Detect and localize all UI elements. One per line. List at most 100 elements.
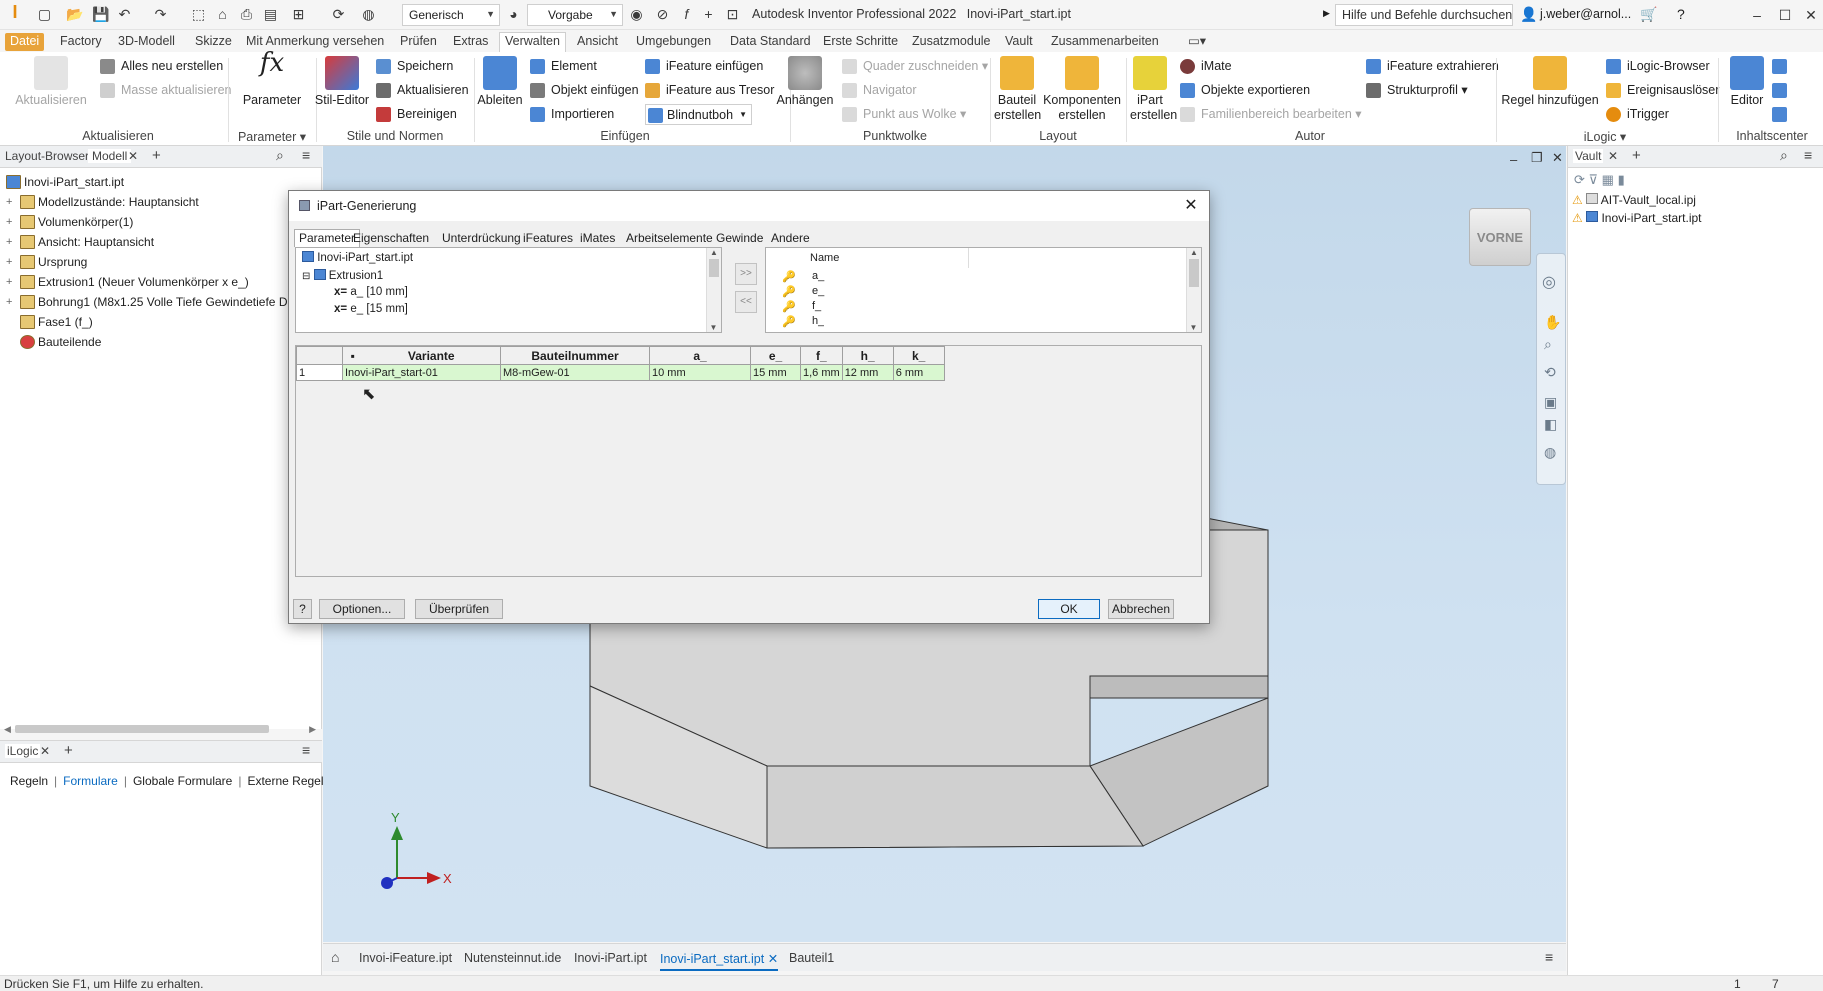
vault-item[interactable]: ⚠ Inovi-iPart_start.ipt (1572, 209, 1702, 227)
tree-node-extrusion[interactable]: ⊟ Extrusion1 (302, 269, 383, 282)
list-item[interactable]: h_ (812, 315, 824, 329)
cancel-button[interactable]: Abbrechen (1108, 599, 1174, 619)
objekte-exportieren-button[interactable]: Objekte exportieren (1180, 80, 1310, 100)
check-button[interactable]: Überprüfen (415, 599, 503, 619)
add-tab-icon[interactable]: + (152, 147, 161, 164)
menu-icon[interactable]: ≡ (1545, 949, 1553, 965)
header-bauteilnummer[interactable]: Bauteilnummer (500, 346, 650, 365)
dtab-unterdrueckung[interactable]: Unterdrückung (437, 229, 526, 247)
selected-parameter-list[interactable]: Name 🔑 a_ 🔑 e_ 🔑 f_ 🔑 h_ ▲ ▼ (765, 247, 1202, 333)
aktualisieren-stil-button[interactable]: Aktualisieren (376, 80, 469, 100)
header-k[interactable]: k_ (892, 346, 945, 365)
objekt-einfuegen-button[interactable]: Objekt einfügen (530, 80, 639, 100)
header-variante[interactable]: Variante (362, 346, 501, 365)
link-globale-formulare[interactable]: Globale Formulare (133, 774, 232, 788)
search-icon[interactable]: ⌕ (1780, 147, 1788, 164)
scroll-thumb[interactable] (1189, 259, 1199, 287)
tab-data-standard[interactable]: Data Standard (725, 33, 816, 51)
cc-publish-button[interactable] (1772, 56, 1787, 76)
ereignisausloeser-button[interactable]: Ereignisauslöser (1606, 80, 1719, 100)
tree-param-e[interactable]: x= e_ [15 mm] (334, 303, 408, 315)
group-ilogic[interactable]: iLogic ▾ (1560, 129, 1650, 144)
tab-verwalten[interactable]: Verwalten (499, 32, 566, 52)
komponenten-erstellen-button[interactable]: Komponenten erstellen (1042, 56, 1122, 123)
cell-a[interactable]: 10 mm (649, 364, 751, 381)
tab-modell[interactable]: Modell (88, 149, 132, 163)
aktualisieren-button[interactable]: Aktualisieren (8, 56, 94, 108)
list-item[interactable]: e_ (812, 285, 824, 297)
ifeature-tresor-button[interactable]: iFeature aus Tresor (645, 80, 774, 100)
list-header-name[interactable]: Name (810, 252, 839, 264)
group-parameter[interactable]: Parameter ▾ (234, 129, 310, 144)
cell-h[interactable]: 12 mm (841, 364, 894, 381)
ribbon-options-icon[interactable]: ▭▾ (1183, 33, 1211, 51)
link-regeln[interactable]: Regeln (10, 774, 48, 788)
user-name[interactable]: j.weber@arnol... (1540, 7, 1631, 21)
expand-icon[interactable]: + (6, 292, 12, 312)
bauteil-erstellen-button[interactable]: Bauteil erstellen (994, 56, 1041, 123)
dtab-imates[interactable]: iMates (575, 229, 620, 247)
regel-hinzufuegen-button[interactable]: Regel hinzufügen (1500, 56, 1600, 108)
delete-icon[interactable]: ▮ (1618, 172, 1625, 187)
tab-layout-browser[interactable]: Layout-Browser (5, 149, 89, 163)
cc-replace-button[interactable] (1772, 80, 1787, 100)
tab-zusatzmodule[interactable]: Zusatzmodule (907, 33, 996, 51)
bereinigen-button[interactable]: Bereinigen (376, 104, 457, 124)
dtab-gewinde[interactable]: Gewinde (711, 229, 768, 247)
menu-icon[interactable]: ≡ (302, 742, 310, 758)
parameter-tree[interactable]: Inovi-iPart_start.ipt ⊟ Extrusion1 x= a_… (295, 247, 722, 333)
row-number[interactable]: 1 (296, 364, 343, 381)
menu-icon[interactable]: ≡ (302, 147, 310, 163)
dialog-title-bar[interactable]: iPart-Generierung (289, 191, 1209, 221)
close-icon[interactable]: ✕ (1608, 149, 1618, 163)
tab-ilogic[interactable]: iLogic (5, 744, 41, 758)
user-icon[interactable]: 👤 (1520, 6, 1537, 23)
tab-vault[interactable]: Vault (1000, 33, 1038, 51)
ipart-erstellen-button[interactable]: iPart erstellen (1130, 56, 1177, 123)
tab-skizze[interactable]: Skizze (190, 33, 237, 51)
tab-vault-panel[interactable]: Vault (1573, 149, 1604, 163)
dialog-close-button[interactable]: ✕ (1179, 195, 1203, 217)
viewcube[interactable]: VORNE (1469, 208, 1531, 266)
variant-table[interactable]: ▪ Variante Bauteilnummer a_ e_ f_ h_ k_ … (295, 345, 1202, 577)
speichern-button[interactable]: Speichern (376, 56, 453, 76)
collapse-icon[interactable]: ⊟ (302, 271, 310, 282)
itrigger-button[interactable]: iTrigger (1606, 104, 1669, 124)
tab-3d-modell[interactable]: 3D-Modell (113, 33, 180, 51)
dtab-ifeatures[interactable]: iFeatures (518, 229, 578, 247)
scroll-thumb[interactable] (14, 725, 270, 733)
header-e[interactable]: e_ (750, 346, 801, 365)
minimize-view-icon[interactable]: – (1510, 152, 1517, 167)
help-search-input[interactable]: Hilfe und Befehle durchsuchen... (1335, 4, 1513, 26)
expand-icon[interactable]: + (6, 252, 12, 272)
pan-icon[interactable]: ✋ (1544, 314, 1561, 331)
horizontal-scrollbar[interactable]: ◀ ▶ (4, 723, 316, 735)
cart-icon[interactable]: 🛒 (1640, 6, 1657, 23)
ifeature-einfuegen-button[interactable]: iFeature einfügen (645, 56, 763, 76)
tab-zusammenarbeiten[interactable]: Zusammenarbeiten (1046, 33, 1164, 51)
minimize-button[interactable]: – (1742, 4, 1772, 26)
quader-button[interactable]: Quader zuschneiden ▾ (842, 56, 988, 76)
navigator-button[interactable]: Navigator (842, 80, 917, 100)
chevron-left-icon[interactable]: ◀ (4, 724, 11, 735)
tree-param-a[interactable]: x= a_ [10 mm] (334, 286, 408, 298)
close-icon[interactable]: ✕ (40, 744, 50, 758)
ifeature-extrahieren-button[interactable]: iFeature extrahieren (1366, 56, 1499, 76)
close-view-icon[interactable]: ✕ (1552, 150, 1563, 166)
expand-icon[interactable]: + (6, 192, 12, 212)
header-h[interactable]: h_ (841, 346, 894, 365)
search-icon[interactable]: ⌕ (276, 147, 284, 164)
stil-editor-button[interactable]: Stil-Editor (314, 56, 370, 108)
doc-tab[interactable]: Inovi-iPart.ipt (574, 951, 647, 965)
filter-icon[interactable]: ⊽ (1589, 172, 1599, 187)
header-a[interactable]: a_ (649, 346, 751, 365)
options-button[interactable]: Optionen... (319, 599, 405, 619)
chevron-up-icon[interactable]: ▲ (1187, 248, 1201, 257)
free-orbit-icon[interactable]: ◍ (1544, 444, 1556, 461)
strukturprofil-button[interactable]: Strukturprofil ▾ (1366, 80, 1468, 100)
restore-view-icon[interactable]: ❐ (1531, 150, 1543, 166)
element-button[interactable]: Element (530, 56, 597, 76)
help-button[interactable]: ? (293, 599, 312, 619)
tab-factory[interactable]: Factory (55, 33, 107, 51)
vertical-scrollbar[interactable]: ▲ ▼ (1186, 248, 1201, 332)
